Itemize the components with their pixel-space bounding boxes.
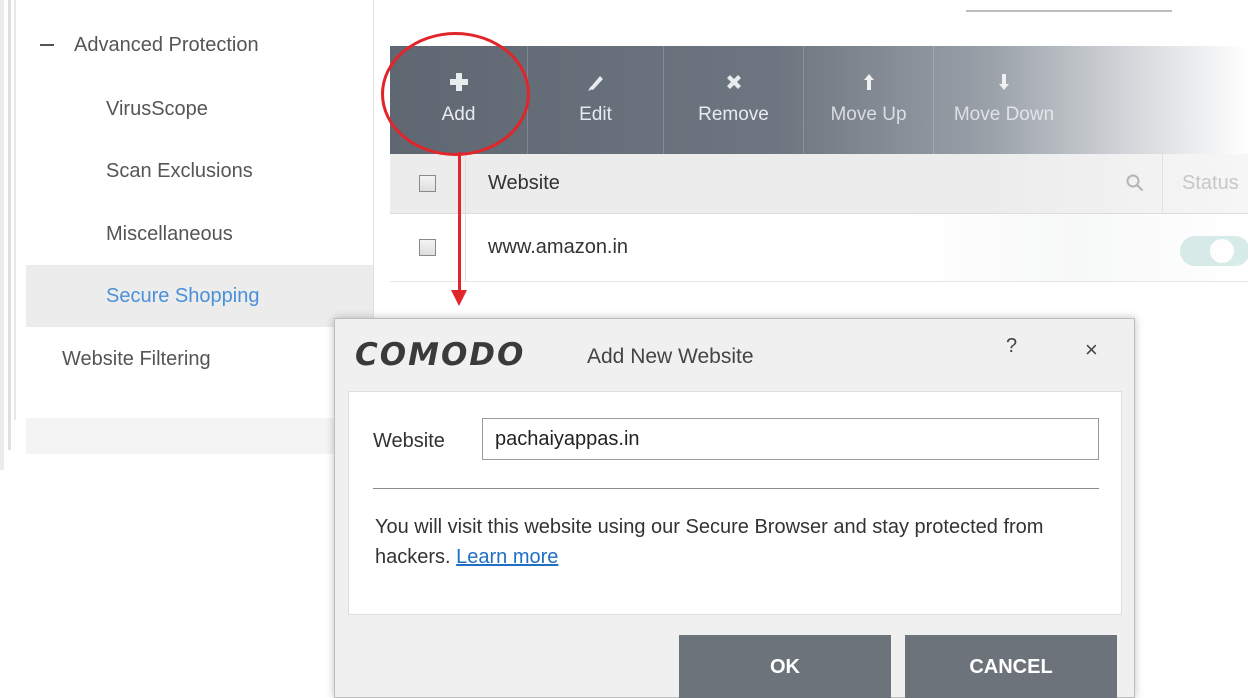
sidebar-item-advanced-protection[interactable]: Advanced Protection [26, 14, 374, 76]
help-button[interactable]: ? [1006, 335, 1017, 358]
sidebar-item-label: Advanced Protection [74, 33, 259, 56]
top-divider [966, 10, 1172, 12]
edge-decoration [8, 0, 11, 450]
website-input[interactable] [482, 418, 1099, 460]
edge-decoration [14, 0, 16, 420]
pencil-icon [586, 68, 606, 96]
close-button[interactable]: × [1085, 337, 1098, 363]
sidebar-item-scan-exclusions[interactable]: Scan Exclusions [26, 140, 374, 202]
sidebar-item-secure-shopping[interactable]: Secure Shopping [26, 265, 374, 327]
column-divider [1162, 154, 1163, 214]
annotation-arrow-head [451, 290, 467, 306]
column-header-status[interactable]: Status [1182, 172, 1239, 195]
sidebar-item-virusscope[interactable]: VirusScope [26, 78, 374, 140]
annotation-circle [381, 32, 530, 156]
move-down-button[interactable]: Move Down [934, 46, 1074, 154]
edit-button[interactable]: Edit [528, 46, 664, 154]
website-field-label: Website [373, 430, 445, 452]
website-cell: www.amazon.in [488, 236, 629, 258]
annotation-arrow-line [458, 152, 461, 292]
sidebar-item-label: Scan Exclusions [106, 159, 253, 182]
table-row[interactable]: www.amazon.in [390, 214, 1248, 282]
info-message: You will visit this website using our Se… [375, 512, 1095, 572]
sidebar-item-label: Website Filtering [62, 347, 211, 370]
move-down-button-label: Move Down [953, 104, 1055, 125]
x-icon [725, 68, 743, 96]
search-icon[interactable] [1126, 174, 1144, 197]
arrow-up-icon [863, 68, 875, 96]
row-check-cell [390, 214, 466, 281]
sidebar-item-miscellaneous[interactable]: Miscellaneous [26, 203, 374, 265]
sidebar-footer [26, 418, 374, 454]
sidebar-item-label: Secure Shopping [106, 284, 260, 307]
add-website-dialog: COMODO Add New Website ? × Website You w… [334, 318, 1135, 698]
remove-button[interactable]: Remove [664, 46, 804, 154]
arrow-down-icon [998, 68, 1010, 96]
row-checkbox[interactable] [419, 239, 436, 256]
comodo-logo: COMODO [355, 337, 526, 373]
website-table: Website Status www.amazon.in [390, 154, 1248, 282]
edit-button-label: Edit [579, 104, 612, 125]
sidebar-item-website-filtering[interactable]: Website Filtering [26, 328, 374, 390]
select-all-cell [390, 154, 466, 213]
cancel-button[interactable]: CANCEL [905, 635, 1117, 698]
panel-divider [373, 488, 1099, 489]
collapse-minus-icon[interactable] [40, 44, 54, 46]
status-toggle[interactable] [1180, 236, 1248, 266]
sidebar-item-label: Miscellaneous [106, 222, 233, 245]
select-all-checkbox[interactable] [419, 175, 436, 192]
dialog-content-panel: Website You will visit this website usin… [348, 391, 1122, 615]
sidebar-item-label: VirusScope [106, 97, 208, 120]
sidebar: Advanced Protection VirusScope Scan Excl… [26, 0, 374, 698]
toggle-knob [1210, 239, 1234, 263]
move-up-button[interactable]: Move Up [804, 46, 934, 154]
ok-button[interactable]: OK [679, 635, 891, 698]
learn-more-link[interactable]: Learn more [456, 546, 558, 568]
move-up-button-label: Move Up [830, 104, 907, 125]
table-header: Website Status [390, 154, 1248, 214]
dialog-title: Add New Website [587, 345, 754, 368]
remove-button-label: Remove [698, 104, 769, 125]
edge-decoration [0, 0, 4, 470]
